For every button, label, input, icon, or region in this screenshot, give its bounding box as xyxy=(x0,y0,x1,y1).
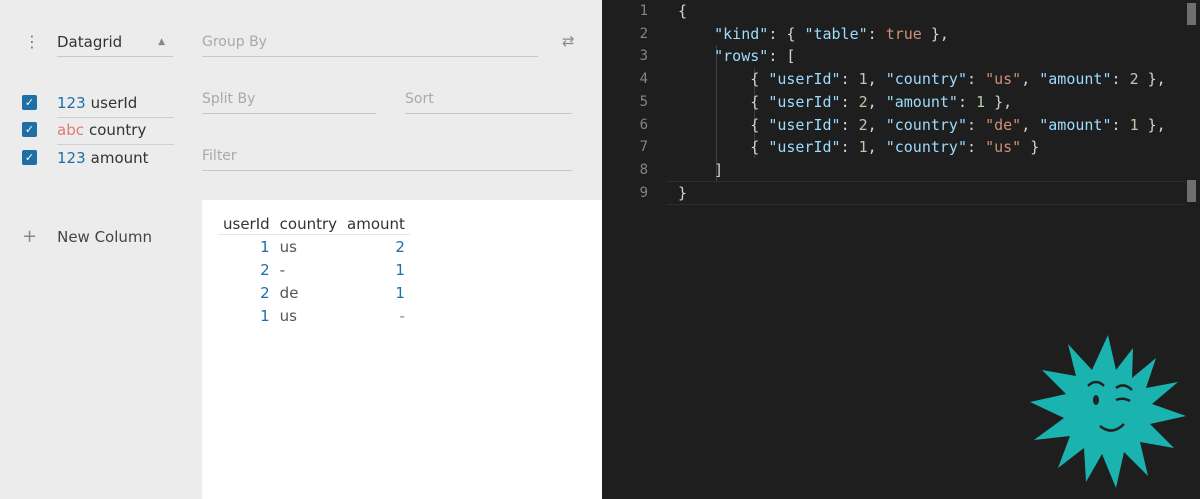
datagrid: userId country amount 1 us 2 2 - 1 2 de … xyxy=(202,200,602,499)
table-cell: de xyxy=(279,283,299,302)
plugin-select[interactable]: Datagrid ▲ xyxy=(57,30,173,57)
column-row-userid[interactable]: ✓ 123 userId xyxy=(22,91,174,118)
datagrid-table: userId country amount 1 us 2 2 - 1 2 de … xyxy=(218,214,410,327)
header-cell[interactable]: country xyxy=(274,214,343,235)
scrollbar-marker[interactable] xyxy=(1187,180,1196,202)
column-name: userId xyxy=(90,94,138,112)
group-by-placeholder: Group By xyxy=(202,34,267,50)
line-number: 7 xyxy=(639,139,648,156)
plus-icon: + xyxy=(22,226,38,247)
sort-field[interactable]: Sort xyxy=(405,87,572,114)
perspective-viewer: ⋮ Datagrid ▲ Group By ⇄ Split By Sort Fi… xyxy=(0,0,602,499)
split-by-placeholder: Split By xyxy=(202,91,256,107)
table-cell: us xyxy=(279,237,297,256)
scrollbar-marker[interactable] xyxy=(1187,3,1196,25)
column-checkbox[interactable]: ✓ xyxy=(22,95,37,110)
column-name: amount xyxy=(90,149,149,167)
new-column-button[interactable]: + New Column xyxy=(22,226,152,247)
plugin-select-value: Datagrid xyxy=(57,33,123,51)
table-cell: 1 xyxy=(260,237,270,256)
line-number: 3 xyxy=(639,48,648,65)
line-number: 9 xyxy=(639,184,648,201)
filter-placeholder: Filter xyxy=(202,148,237,164)
table-cell: 2 xyxy=(260,283,270,302)
select-caret-icon: ▲ xyxy=(158,37,165,47)
sort-placeholder: Sort xyxy=(405,91,434,107)
type-label: abc xyxy=(57,121,84,139)
line-number: 2 xyxy=(639,25,648,42)
line-number: 5 xyxy=(639,93,648,110)
swap-icon[interactable]: ⇄ xyxy=(562,32,575,50)
type-label: 123 xyxy=(57,94,86,112)
table-cell: 1 xyxy=(395,283,405,302)
table-row: 1 us - xyxy=(218,304,410,327)
group-by-field[interactable]: Group By xyxy=(202,30,538,57)
column-checkbox[interactable]: ✓ xyxy=(22,150,37,165)
mascot-icon xyxy=(1030,335,1186,488)
table-cell: - xyxy=(399,306,405,325)
line-number: 6 xyxy=(639,116,648,133)
column-row-amount[interactable]: ✓ 123 amount xyxy=(22,146,174,170)
header-cell[interactable]: amount xyxy=(342,214,410,235)
line-number: 1 xyxy=(639,3,648,19)
settings-menu-icon[interactable]: ⋮ xyxy=(24,33,40,51)
header-cell[interactable]: userId xyxy=(218,214,275,235)
filter-field[interactable]: Filter xyxy=(202,144,572,171)
table-row: 2 - 1 xyxy=(218,258,410,281)
line-number-gutter: 1 2 3 4 5 6 7 8 9 xyxy=(602,0,666,499)
table-cell: 1 xyxy=(395,260,405,279)
header-row: userId country amount xyxy=(218,214,410,235)
type-label: 123 xyxy=(57,149,86,167)
table-cell: 1 xyxy=(260,306,270,325)
column-name: country xyxy=(88,121,147,139)
table-cell: 2 xyxy=(260,260,270,279)
split-by-field[interactable]: Split By xyxy=(202,87,376,114)
new-column-label: New Column xyxy=(57,228,153,246)
table-cell: us xyxy=(279,306,297,325)
column-row-country[interactable]: ✓ abc country xyxy=(22,118,174,145)
table-row: 2 de 1 xyxy=(218,281,410,304)
line-number: 8 xyxy=(639,161,648,178)
table-cell: - xyxy=(279,260,286,279)
table-cell: 2 xyxy=(395,237,405,256)
table-row: 1 us 2 xyxy=(218,235,410,259)
column-checkbox[interactable]: ✓ xyxy=(22,122,37,137)
code-content[interactable]: { "kind": { "table": true }, "rows": [ {… xyxy=(678,0,1166,204)
line-number: 4 xyxy=(639,71,648,88)
